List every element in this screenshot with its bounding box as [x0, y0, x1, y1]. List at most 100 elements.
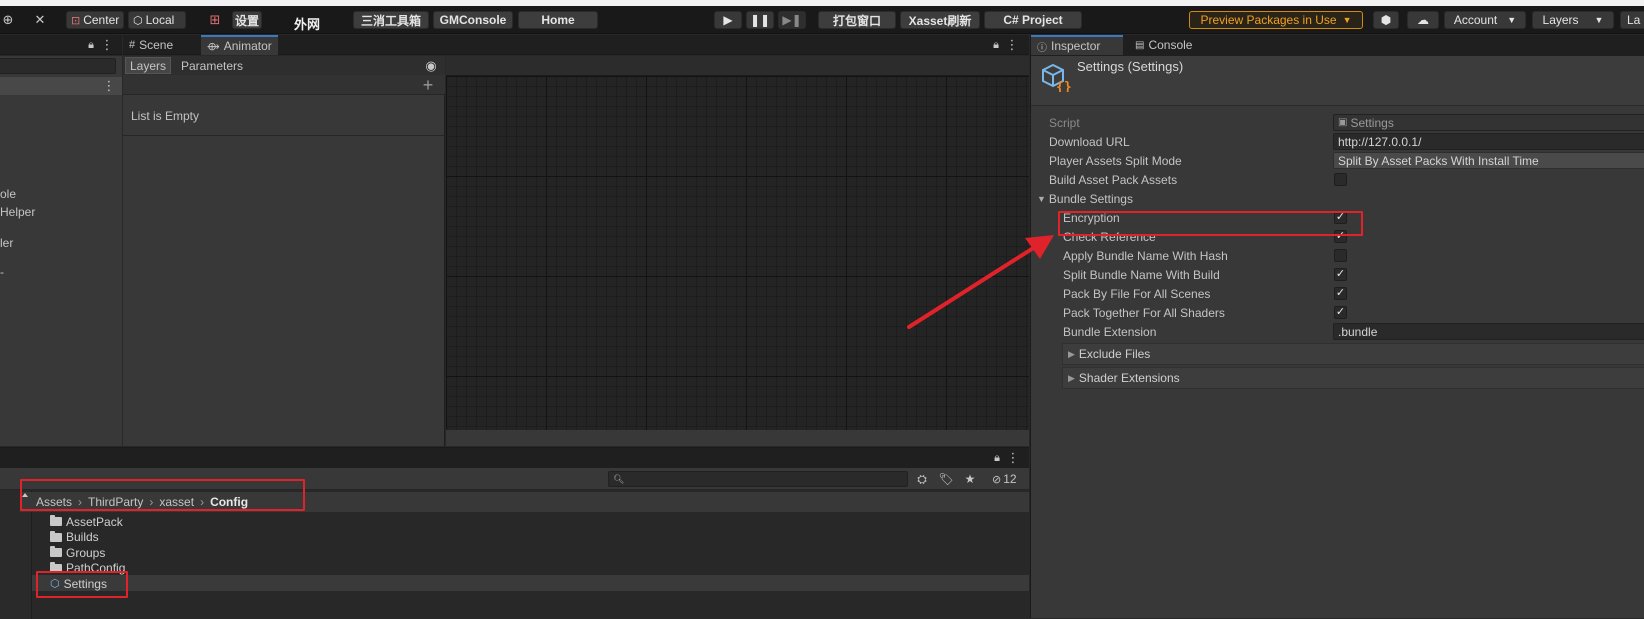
pivot-center-button[interactable]: ⊡ Center — [66, 11, 124, 29]
tab-console-label: Console — [1148, 38, 1193, 52]
step-button[interactable]: ▶❚ — [778, 11, 806, 29]
account-label: Account — [1453, 13, 1498, 27]
tools-icon[interactable]: ✕ — [30, 11, 50, 29]
scene-tabbar: # Scene ⟴ Animator 🔒︎ ⋮ — [123, 35, 1029, 55]
bundle-setting-checkbox[interactable] — [1334, 249, 1347, 262]
account-dropdown[interactable]: Account ▼ — [1444, 11, 1526, 29]
add-layer-button[interactable]: + — [419, 75, 437, 95]
script-file-icon: ▣ — [1338, 117, 1348, 128]
exclude-files-foldout[interactable]: ▶ Exclude Files — [1062, 343, 1644, 365]
folder-icon — [50, 530, 62, 542]
globe-icon[interactable]: ⊕ — [0, 11, 16, 29]
animator-layers-tab[interactable]: Layers — [125, 57, 172, 74]
encryption-highlight-box — [1058, 211, 1363, 236]
lock-icon[interactable]: 🔒︎ — [989, 37, 1003, 53]
hierarchy-item[interactable]: - — [0, 262, 4, 281]
animator-graph-footer — [446, 430, 1029, 446]
list-item[interactable]: Builds — [50, 530, 99, 545]
shader-extensions-foldout[interactable]: ▶ Shader Extensions — [1062, 367, 1644, 389]
settings-cn-button[interactable]: 设置 — [232, 11, 262, 29]
pack-window-button[interactable]: 打包窗口 — [818, 11, 896, 29]
hidden-count-label: 12 — [1003, 472, 1017, 486]
bundle-setting-checkbox[interactable]: ✓ — [1334, 287, 1347, 300]
package-manager-button[interactable]: ⬢ — [1373, 11, 1399, 29]
scriptable-object-icon: {} — [1039, 60, 1072, 95]
package-icon: ⬢ — [1380, 13, 1392, 27]
bundle-extension-input[interactable]: .bundle — [1333, 323, 1644, 340]
hierarchy-item[interactable]: ler — [0, 233, 13, 252]
cloud-icon: ☁ — [1417, 13, 1429, 27]
tab-scene[interactable]: # Scene — [123, 35, 179, 55]
script-field: ▣ Settings — [1333, 114, 1644, 131]
tab-inspector-label: Inspector — [1051, 39, 1101, 53]
hierarchy-item[interactable]: ole — [0, 184, 16, 203]
home-button[interactable]: Home — [518, 11, 598, 29]
animator-icon: ⟴ — [207, 40, 220, 53]
hierarchy-item[interactable]: Helper — [0, 202, 35, 221]
center-icon: ⊡ — [71, 14, 81, 27]
project-tabbar: 🔒︎ ⋮ — [0, 448, 1029, 468]
bundle-settings-foldout[interactable]: ▼ Bundle Settings — [1037, 189, 1133, 208]
gmconsole-button[interactable]: GMConsole — [433, 11, 513, 29]
lock-icon[interactable]: 🔒︎ — [990, 450, 1004, 466]
tab-inspector[interactable]: ⓘ Inspector — [1031, 35, 1123, 55]
list-item[interactable]: Groups — [50, 545, 105, 560]
preview-packages-dropdown[interactable]: Preview Packages in Use ▼ — [1189, 11, 1363, 29]
bundle-setting-label: Pack Together For All Shaders — [1063, 305, 1225, 320]
more-icon[interactable]: ⋮ — [101, 37, 114, 53]
bundle-setting-label: Pack By File For All Scenes — [1063, 286, 1211, 301]
list-item-label: Groups — [66, 545, 106, 560]
split-mode-dropdown[interactable]: Split By Asset Packs With Install Time — [1333, 152, 1644, 169]
project-search-input[interactable]: 🔍︎ — [608, 471, 908, 487]
hierarchy-item-label: - — [0, 264, 4, 279]
pause-button[interactable]: ❚❚ — [746, 11, 774, 29]
main-toolbar: ⊕ ✕ ⊡ Center ⬡ Local ⊞ 设置 外网 三消工具箱 GMCon… — [0, 6, 1644, 34]
bundle-setting-checkbox[interactable]: ✓ — [1334, 268, 1347, 281]
bundle-setting-checkbox[interactable]: ✓ — [1334, 306, 1347, 319]
list-item-label: Builds — [66, 530, 99, 544]
animator-parameters-tab[interactable]: Parameters — [177, 57, 247, 74]
hierarchy-item-label: Helper — [0, 204, 36, 219]
grid-snap-icon[interactable]: ⊞ — [206, 11, 224, 29]
more-icon[interactable]: ⋮ — [1007, 450, 1020, 466]
more-icon[interactable]: ⋮ — [1006, 37, 1019, 53]
xasset-refresh-button[interactable]: Xasset刷新 — [900, 11, 980, 29]
hierarchy-item-label: ler — [0, 235, 14, 250]
pivot-local-button[interactable]: ⬡ Local — [128, 11, 186, 29]
play-button[interactable]: ▶ — [714, 11, 742, 29]
build-asset-pack-checkbox[interactable] — [1334, 173, 1347, 186]
chevron-down-icon: ▼ — [1507, 15, 1517, 25]
hierarchy-search-input[interactable] — [0, 58, 116, 74]
tab-console[interactable]: ▤ Console — [1129, 35, 1198, 55]
match3-tools-button[interactable]: 三消工具箱 — [353, 11, 429, 29]
download-url-input[interactable]: http://127.0.0.1/ — [1333, 133, 1644, 150]
lock-icon[interactable]: 🔒︎ — [84, 37, 98, 53]
cloud-button[interactable]: ☁ — [1407, 11, 1439, 29]
more-icon[interactable]: ⋮ — [103, 78, 116, 94]
tab-animator[interactable]: ⟴ Animator — [201, 35, 278, 55]
filter-by-type-icon[interactable]: ⛭ — [914, 470, 930, 488]
animator-graph-canvas[interactable] — [446, 76, 1029, 430]
bundle-settings-label: Bundle Settings — [1048, 191, 1133, 206]
checkmark-icon: ✓ — [1335, 306, 1346, 318]
favorite-star-icon[interactable]: ★ — [962, 470, 978, 488]
exclude-files-label: Exclude Files — [1078, 347, 1151, 361]
info-icon: ⓘ — [1037, 42, 1047, 54]
hidden-packages-toggle[interactable]: ⊘ 12 — [992, 472, 1017, 486]
list-item[interactable]: AssetPack — [50, 514, 123, 529]
folder-icon — [50, 546, 62, 557]
chevron-down-icon: ▼ — [1594, 15, 1604, 25]
animator-layers-list: List is Empty — [123, 96, 445, 136]
build-asset-pack-label: Build Asset Pack Assets — [1049, 172, 1178, 187]
inspector-panel: ⓘ Inspector ▤ Console {} Settings (Setti… — [1030, 35, 1644, 618]
bundle-extension-label: Bundle Extension — [1063, 324, 1157, 339]
eye-icon[interactable]: ◉ — [423, 57, 439, 74]
filter-by-label-icon[interactable]: 🏷︎ — [938, 470, 954, 488]
chevron-down-icon: ▼ — [1342, 15, 1352, 25]
layout-dropdown[interactable]: La — [1620, 11, 1644, 29]
csharp-project-button[interactable]: C# Project — [984, 11, 1082, 29]
layers-dropdown[interactable]: Layers ▼ — [1532, 11, 1614, 29]
animator-layers-toolbar: + — [123, 75, 445, 95]
bundle-setting-label: Split Bundle Name With Build — [1063, 267, 1220, 282]
checkmark-icon: ✓ — [1335, 287, 1346, 299]
